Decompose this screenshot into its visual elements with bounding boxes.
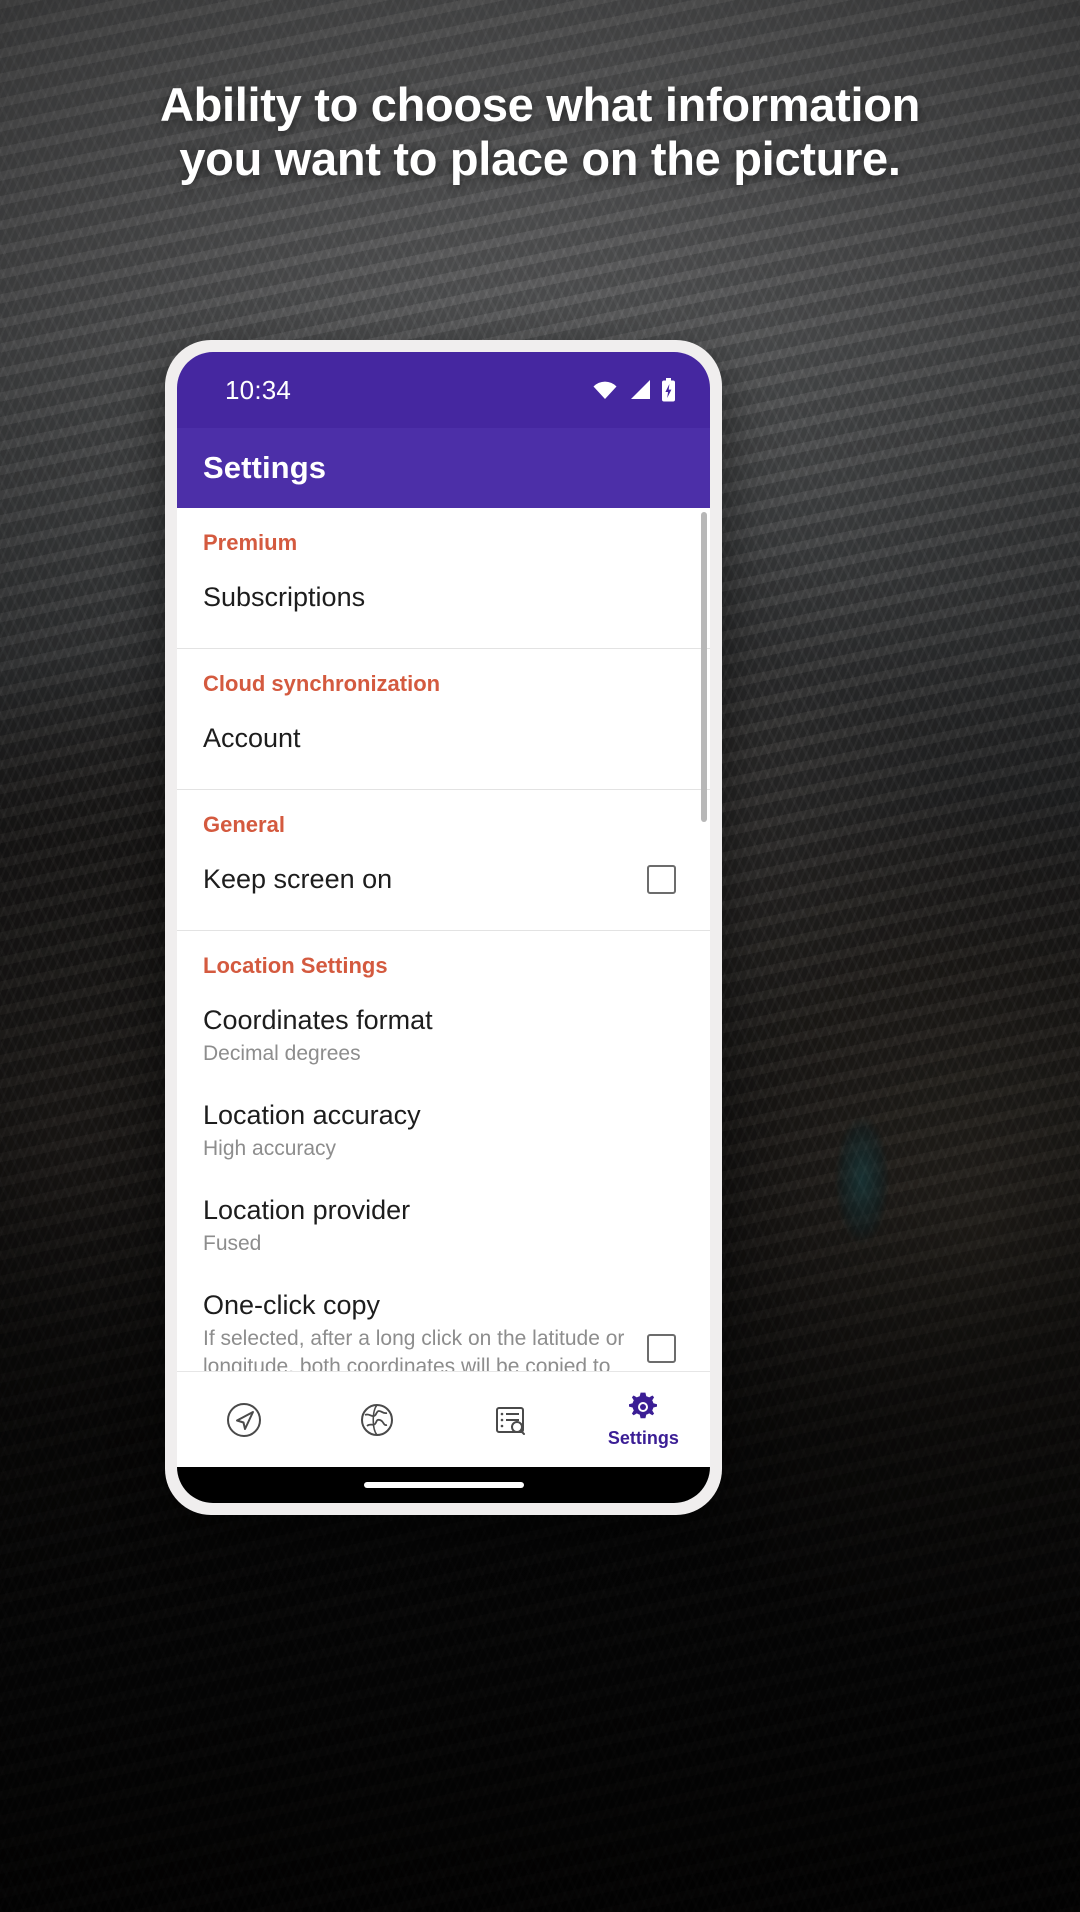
row-title: Keep screen on [203, 864, 393, 894]
settings-scroll-area[interactable]: Premium Subscriptions Cloud synchronizat… [177, 508, 710, 1371]
row-title: Subscriptions [203, 582, 366, 612]
cellular-signal-icon [628, 379, 652, 401]
bottom-navigation-bar: Settings [177, 1371, 710, 1467]
section-header-label: Location Settings [203, 953, 388, 978]
page-title: Settings [203, 450, 327, 485]
section-header-label: Cloud synchronization [203, 671, 441, 696]
row-text: Location provider Fused [203, 1193, 684, 1258]
status-bar-clock: 10:34 [225, 374, 292, 405]
system-gesture-bar [177, 1467, 710, 1503]
keep-screen-on-checkbox[interactable] [647, 864, 676, 894]
nav-item-settings[interactable]: Settings [577, 1390, 710, 1449]
vertical-scrollbar[interactable] [701, 512, 707, 822]
row-text: Coordinates format Decimal degrees [203, 1003, 684, 1068]
settings-row-subscriptions[interactable]: Subscriptions [177, 564, 710, 628]
row-subtitle: Fused [203, 1232, 262, 1255]
row-text: Subscriptions [203, 580, 684, 614]
row-text: Location accuracy High accuracy [203, 1098, 684, 1163]
nav-item-map[interactable] [310, 1400, 443, 1440]
settings-section-general: General Keep screen on [177, 790, 710, 931]
screenshot-root: Ability to choose what information you w… [0, 0, 1080, 1912]
list-search-icon [490, 1400, 530, 1440]
settings-row-location-accuracy[interactable]: Location accuracy High accuracy [177, 1082, 710, 1177]
row-title: One-click copy [203, 1290, 381, 1320]
nav-item-label-settings: Settings [607, 1428, 679, 1448]
nav-item-list-search[interactable] [444, 1400, 577, 1440]
row-subtitle: If selected, after a long click on the l… [203, 1327, 625, 1371]
globe-icon [357, 1400, 397, 1440]
settings-row-coordinates-format[interactable]: Coordinates format Decimal degrees [177, 987, 710, 1082]
settings-section-premium: Premium Subscriptions [177, 508, 710, 649]
row-title: Coordinates format [203, 1005, 433, 1035]
app-bar: Settings [177, 428, 710, 508]
phone-mockup-frame: 10:34 Settings Premium Subscriptions Clo… [165, 340, 722, 1515]
one-click-copy-checkbox[interactable] [647, 1334, 676, 1363]
compass-navigation-icon [224, 1400, 264, 1440]
status-bar: 10:34 [177, 352, 710, 428]
row-title: Location provider [203, 1195, 411, 1225]
phone-screen: 10:34 Settings Premium Subscriptions Clo… [177, 352, 710, 1503]
promo-headline: Ability to choose what information you w… [159, 78, 921, 185]
settings-row-location-provider[interactable]: Location provider Fused [177, 1177, 710, 1272]
settings-section-cloud-synchronization: Cloud synchronization Account [177, 649, 710, 790]
row-text: Account [203, 721, 684, 755]
row-text: One-click copy If selected, after a long… [203, 1288, 629, 1371]
settings-row-one-click-copy[interactable]: One-click copy If selected, after a long… [177, 1272, 710, 1371]
settings-row-account[interactable]: Account [177, 705, 710, 769]
section-header-label: General [203, 812, 285, 837]
section-header-label: Premium [203, 530, 298, 555]
gear-icon [626, 1390, 660, 1424]
wifi-icon [591, 379, 619, 401]
settings-section-location-settings: Location Settings Coordinates format Dec… [177, 931, 710, 1371]
gesture-pill[interactable] [363, 1482, 524, 1488]
row-title: Account [203, 723, 301, 753]
settings-row-keep-screen-on[interactable]: Keep screen on [177, 846, 710, 910]
row-title: Location accuracy [203, 1100, 421, 1130]
row-text: Keep screen on [203, 862, 629, 896]
status-bar-icons [591, 378, 676, 402]
nav-item-navigation[interactable] [177, 1400, 310, 1440]
battery-icon [661, 378, 676, 402]
row-subtitle: High accuracy [203, 1137, 337, 1160]
row-subtitle: Decimal degrees [203, 1042, 361, 1065]
